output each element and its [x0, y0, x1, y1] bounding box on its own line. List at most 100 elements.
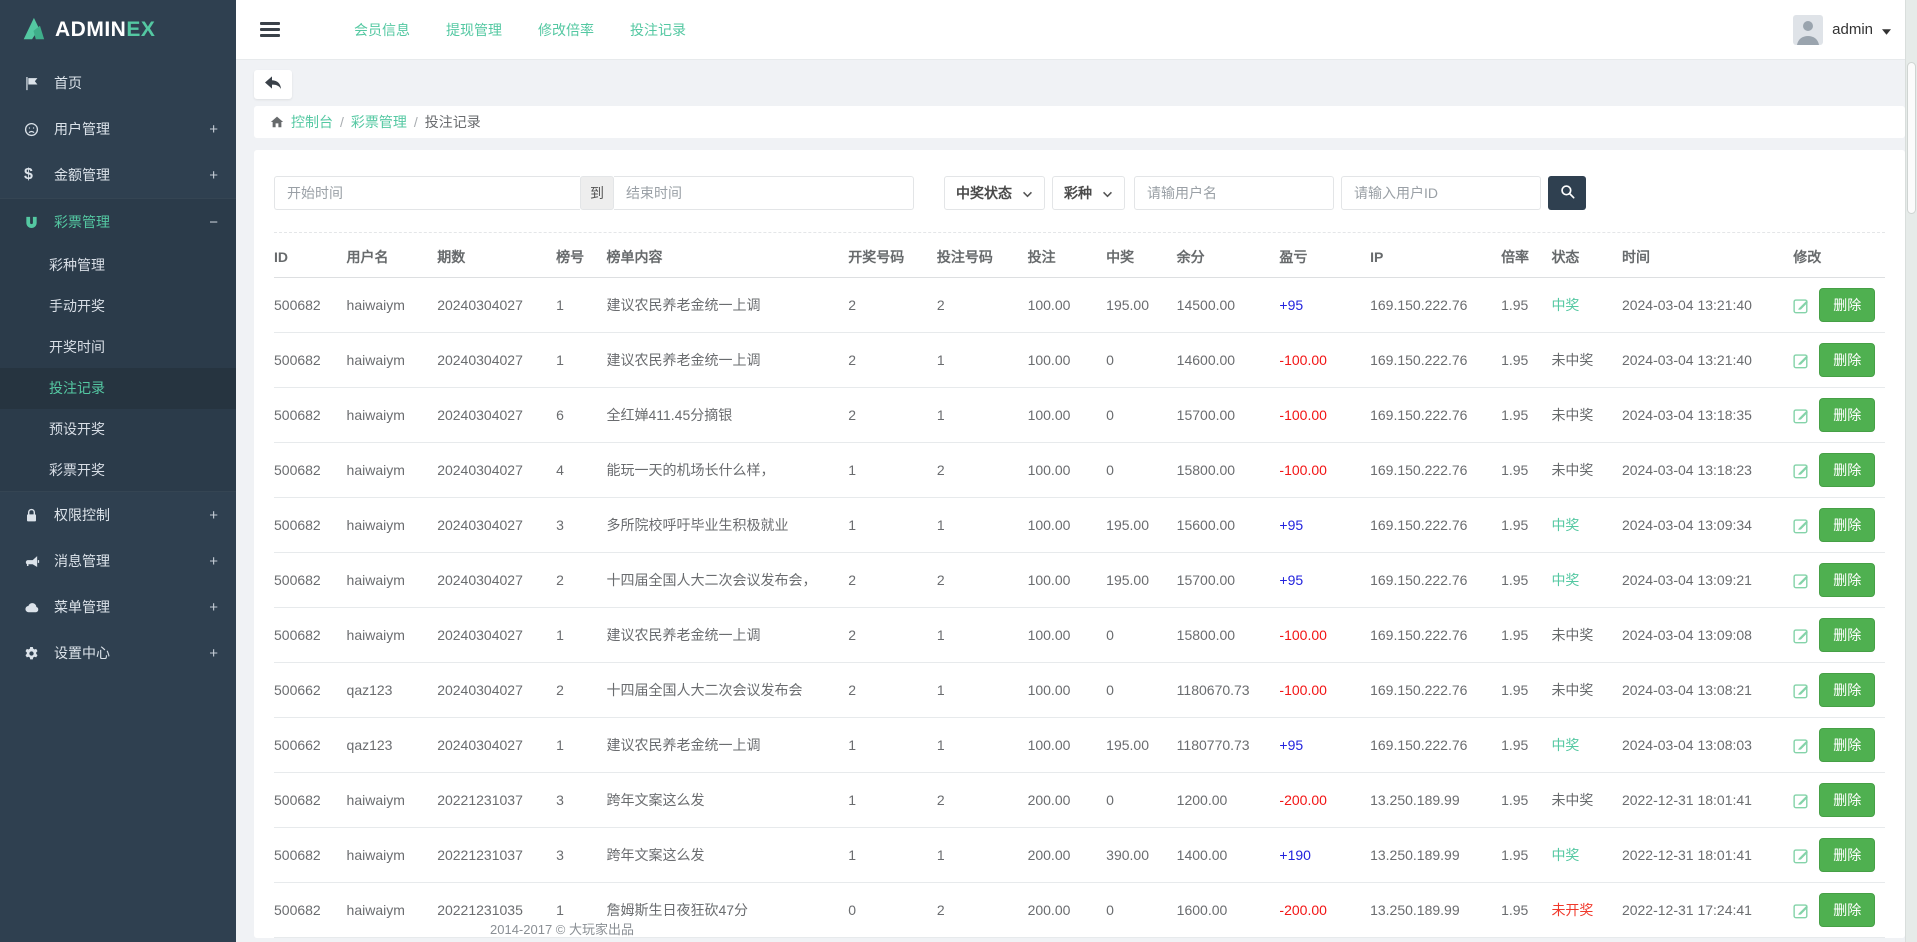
cell-rank: 6 [556, 388, 606, 443]
cell-time: 2024-03-04 13:09:21 [1622, 553, 1793, 608]
delete-button[interactable]: 删除 [1819, 453, 1875, 487]
sidebar-subitem-彩种管理[interactable]: 彩种管理 [0, 245, 236, 286]
cell-profit: -100.00 [1279, 663, 1370, 718]
cell-profit: +190 [1279, 828, 1370, 883]
cell-user: qaz123 [347, 718, 438, 773]
sidebar-subitem-投注记录[interactable]: 投注记录 [0, 368, 236, 409]
cell-issue: 20221231037 [437, 773, 556, 828]
cell-actions: 删除 [1793, 828, 1885, 883]
edit-icon[interactable] [1793, 847, 1810, 864]
topnav-link-修改倍率[interactable]: 修改倍率 [538, 20, 594, 40]
cell-time: 2024-03-04 13:09:08 [1622, 608, 1793, 663]
cell-time: 2024-03-04 13:08:21 [1622, 663, 1793, 718]
scrollbar[interactable] [1905, 0, 1917, 942]
sidebar-item-首页[interactable]: 首页 [0, 60, 236, 106]
edit-icon[interactable] [1793, 517, 1810, 534]
edit-icon[interactable] [1793, 297, 1810, 314]
edit-icon[interactable] [1793, 627, 1810, 644]
delete-button[interactable]: 删除 [1819, 728, 1875, 762]
sidebar-subitem-预设开奖[interactable]: 预设开奖 [0, 409, 236, 450]
topnav-link-会员信息[interactable]: 会员信息 [354, 20, 410, 40]
column-header-期数: 期数 [437, 233, 556, 278]
sidebar-item-label: 菜单管理 [54, 597, 110, 617]
username-input[interactable] [1134, 176, 1334, 210]
delete-button[interactable]: 删除 [1819, 563, 1875, 597]
cell-actions: 删除 [1793, 883, 1885, 938]
topnav-link-提现管理[interactable]: 提现管理 [446, 20, 502, 40]
cell-content: 十四届全国人大二次会议发布会， [606, 553, 848, 608]
table-header-row: ID用户名期数榜号榜单内容开奖号码投注号码投注中奖余分盈亏IP倍率状态时间修改 [274, 233, 1885, 278]
edit-icon[interactable] [1793, 682, 1810, 699]
edit-icon[interactable] [1793, 407, 1810, 424]
cell-status: 未中奖 [1551, 388, 1622, 443]
delete-button[interactable]: 删除 [1819, 508, 1875, 542]
lottery-type-select[interactable]: 彩种 [1052, 176, 1125, 210]
column-header-盈亏: 盈亏 [1279, 233, 1370, 278]
delete-button[interactable]: 删除 [1819, 343, 1875, 377]
sidebar-item-彩票管理[interactable]: 彩票管理− [0, 199, 236, 245]
cell-status: 中奖 [1551, 828, 1622, 883]
cell-rate: 1.95 [1501, 278, 1551, 333]
cell-id: 500682 [274, 278, 347, 333]
sidebar-item-金额管理[interactable]: $金额管理+ [0, 152, 236, 198]
table-row: 500662qaz123202403040271建议农民养老金统一上调11100… [274, 718, 1885, 773]
search-icon [1560, 184, 1575, 202]
sidebar-item-权限控制[interactable]: 权限控制+ [0, 492, 236, 538]
hamburger-menu-icon[interactable] [260, 22, 280, 37]
gear-icon [24, 646, 42, 661]
edit-icon[interactable] [1793, 902, 1810, 919]
start-time-input[interactable] [274, 176, 580, 210]
cell-id: 500682 [274, 608, 347, 663]
breadcrumb-item-控制台[interactable]: 控制台 [291, 112, 333, 132]
win-status-select[interactable]: 中奖状态 [944, 176, 1045, 210]
breadcrumb-item-彩票管理[interactable]: 彩票管理 [351, 112, 407, 132]
user-menu[interactable]: admin [1793, 15, 1891, 45]
cell-id: 500662 [274, 663, 347, 718]
top-navbar: 会员信息 提现管理 修改倍率 投注记录 admin [236, 0, 1917, 60]
cell-id: 500682 [274, 498, 347, 553]
to-addon-label: 到 [580, 176, 614, 210]
userid-input[interactable] [1341, 176, 1541, 210]
sidebar-group-6: 菜单管理+ [0, 584, 236, 630]
sidebar-item-label: 彩票管理 [54, 212, 110, 232]
cell-time: 2024-03-04 13:18:35 [1622, 388, 1793, 443]
edit-icon[interactable] [1793, 462, 1810, 479]
cell-rate: 1.95 [1501, 443, 1551, 498]
column-header-用户名: 用户名 [347, 233, 438, 278]
edit-icon[interactable] [1793, 737, 1810, 754]
scrollbar-thumb[interactable] [1907, 62, 1916, 214]
expand-indicator: + [209, 167, 218, 184]
sidebar-subitem-开奖时间[interactable]: 开奖时间 [0, 327, 236, 368]
delete-button[interactable]: 删除 [1819, 618, 1875, 652]
sidebar-subitem-彩票开奖[interactable]: 彩票开奖 [0, 450, 236, 491]
delete-button[interactable]: 删除 [1819, 783, 1875, 817]
cell-actions: 删除 [1793, 278, 1885, 333]
cell-status: 中奖 [1551, 553, 1622, 608]
back-button[interactable] [254, 70, 292, 99]
cell-ip: 169.150.222.76 [1370, 718, 1501, 773]
search-button[interactable] [1548, 176, 1586, 210]
sidebar-item-设置中心[interactable]: 设置中心+ [0, 630, 236, 676]
delete-button[interactable]: 删除 [1819, 288, 1875, 322]
cell-issue: 20240304027 [437, 608, 556, 663]
sidebar-group-0: 首页 [0, 60, 236, 106]
edit-icon[interactable] [1793, 572, 1810, 589]
cell-time: 2024-03-04 13:21:40 [1622, 333, 1793, 388]
delete-button[interactable]: 删除 [1819, 673, 1875, 707]
cell-user: haiwaiym [347, 608, 438, 663]
column-header-开奖号码: 开奖号码 [848, 233, 937, 278]
sidebar-subitem-手动开奖[interactable]: 手动开奖 [0, 286, 236, 327]
delete-button[interactable]: 删除 [1819, 838, 1875, 872]
edit-icon[interactable] [1793, 792, 1810, 809]
sidebar-item-菜单管理[interactable]: 菜单管理+ [0, 584, 236, 630]
cell-user: haiwaiym [347, 278, 438, 333]
caret-down-icon [1882, 22, 1891, 38]
sidebar-item-消息管理[interactable]: 消息管理+ [0, 538, 236, 584]
topnav-link-投注记录[interactable]: 投注记录 [630, 20, 686, 40]
sidebar-item-用户管理[interactable]: 用户管理+ [0, 106, 236, 152]
end-time-input[interactable] [614, 176, 914, 210]
delete-button[interactable]: 删除 [1819, 893, 1875, 927]
delete-button[interactable]: 删除 [1819, 398, 1875, 432]
edit-icon[interactable] [1793, 352, 1810, 369]
cell-win: 0 [1106, 883, 1177, 938]
